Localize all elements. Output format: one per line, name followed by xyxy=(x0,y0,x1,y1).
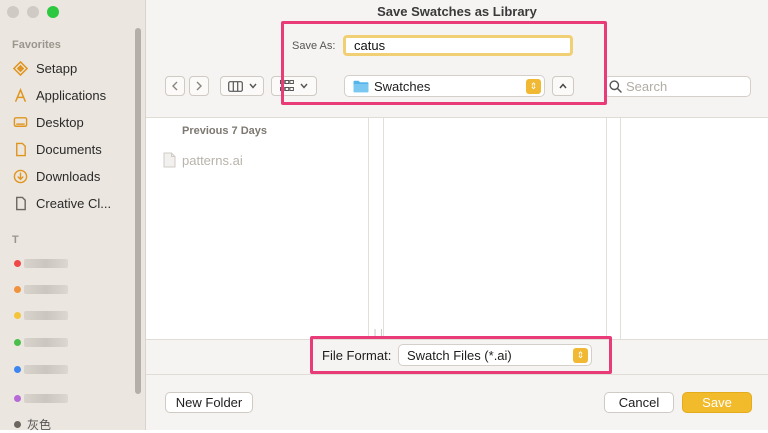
tag-color-dot xyxy=(14,394,21,402)
new-folder-button[interactable]: New Folder xyxy=(165,392,253,413)
tag-color-dot xyxy=(14,338,21,346)
tag-red[interactable] xyxy=(14,256,68,270)
tag-orange[interactable] xyxy=(14,282,68,296)
file-icon xyxy=(12,196,28,212)
file-icon xyxy=(163,152,176,168)
tag-gray[interactable]: 灰色 xyxy=(14,416,51,433)
sidebar-item-label: Desktop xyxy=(36,115,84,130)
chevron-right-icon xyxy=(196,81,202,91)
save-button[interactable]: Save xyxy=(682,392,752,413)
download-icon xyxy=(12,169,28,185)
tag-color-dot xyxy=(14,365,21,373)
search-input[interactable] xyxy=(622,79,732,94)
chevron-down-icon xyxy=(248,83,257,89)
sidebar-item-label: Documents xyxy=(36,142,102,157)
cancel-button[interactable]: Cancel xyxy=(604,392,674,413)
minimize-window-button[interactable] xyxy=(27,6,39,18)
save-as-input[interactable] xyxy=(343,35,573,56)
window-controls xyxy=(7,6,59,18)
expand-collapse-button[interactable] xyxy=(552,76,574,96)
window-title: Save Swatches as Library xyxy=(377,4,537,19)
column-view-icon xyxy=(227,80,243,92)
forward-button[interactable] xyxy=(189,76,209,96)
file-name: patterns.ai xyxy=(182,152,243,168)
tag-label-redacted xyxy=(24,258,68,268)
dialog-footer: New Folder Cancel Save xyxy=(146,374,768,430)
tag-label-redacted xyxy=(24,364,68,374)
file-format-select[interactable]: Swatch Files (*.ai) ⇕ xyxy=(398,344,592,366)
search-icon xyxy=(609,80,622,93)
tag-color-dot xyxy=(14,311,21,319)
sidebar-scrollbar[interactable] xyxy=(135,28,141,394)
chevron-left-icon xyxy=(172,81,178,91)
desktop-icon xyxy=(12,115,28,131)
file-item[interactable]: patterns.ai xyxy=(162,152,243,168)
file-format-label: File Format: xyxy=(322,348,392,363)
column-divider[interactable] xyxy=(620,118,621,339)
column-resize-handle[interactable]: | | xyxy=(374,328,383,337)
tag-blue[interactable] xyxy=(14,362,68,376)
chevron-updown-icon: ⇕ xyxy=(526,79,541,94)
search-field[interactable] xyxy=(604,76,751,97)
tags-label: T xyxy=(12,234,19,246)
save-as-label: Save As: xyxy=(292,40,336,52)
close-window-button[interactable] xyxy=(7,6,19,18)
grid-icon xyxy=(280,80,294,91)
chevron-down-icon xyxy=(300,83,308,89)
tag-purple[interactable] xyxy=(14,391,68,405)
tag-color-dot xyxy=(14,259,21,267)
zoom-window-button[interactable] xyxy=(47,6,59,18)
sidebar-item-creative-cloud[interactable]: Creative Cl... xyxy=(0,190,132,217)
tag-label: 灰色 xyxy=(27,418,52,432)
setapp-icon xyxy=(12,61,28,77)
sidebar-item-label: Creative Cl... xyxy=(36,196,112,211)
applications-icon xyxy=(12,88,28,104)
column-divider[interactable] xyxy=(383,118,384,339)
column-divider[interactable] xyxy=(606,118,607,339)
tag-label-redacted xyxy=(24,310,68,320)
tag-color-dot xyxy=(14,421,21,428)
save-dialog: Save Swatches as Library Save As: Swatch… xyxy=(146,0,768,430)
sidebar-item-label: Setapp xyxy=(36,61,78,76)
file-browser: Previous 7 Days patterns.ai | | xyxy=(146,117,768,340)
favorites-list: Setapp Applications Desktop Documents Do… xyxy=(0,55,132,217)
location-label: Swatches xyxy=(374,78,431,94)
tag-yellow[interactable] xyxy=(14,308,68,322)
folder-icon xyxy=(353,80,369,92)
sidebar-item-applications[interactable]: Applications xyxy=(0,82,132,109)
group-by-button[interactable] xyxy=(271,76,317,96)
tag-color-dot xyxy=(14,285,21,293)
sidebar-item-label: Downloads xyxy=(36,169,101,184)
sidebar-item-documents[interactable]: Documents xyxy=(0,136,132,163)
tag-label-redacted xyxy=(24,393,68,403)
chevron-updown-icon: ⇕ xyxy=(573,348,588,363)
document-icon xyxy=(12,142,28,158)
back-button[interactable] xyxy=(165,76,185,96)
sidebar-item-downloads[interactable]: Downloads xyxy=(0,163,132,190)
location-select[interactable]: Swatches ⇕ xyxy=(344,75,545,97)
sidebar-item-label: Applications xyxy=(36,88,107,103)
section-header: Previous 7 Days xyxy=(182,125,267,137)
chevron-up-icon xyxy=(559,83,567,89)
sidebar: Favorites Setapp Applications Desktop Do… xyxy=(0,0,146,433)
file-format-value: Swatch Files (*.ai) xyxy=(407,347,512,363)
tag-label-redacted xyxy=(24,337,68,347)
tag-label-redacted xyxy=(24,284,68,294)
browser-column-1: Previous 7 Days patterns.ai xyxy=(146,118,369,339)
view-mode-button[interactable] xyxy=(220,76,264,96)
sidebar-item-setapp[interactable]: Setapp xyxy=(0,55,132,82)
sidebar-item-desktop[interactable]: Desktop xyxy=(0,109,132,136)
tag-green[interactable] xyxy=(14,335,68,349)
favorites-label: Favorites xyxy=(12,39,61,51)
